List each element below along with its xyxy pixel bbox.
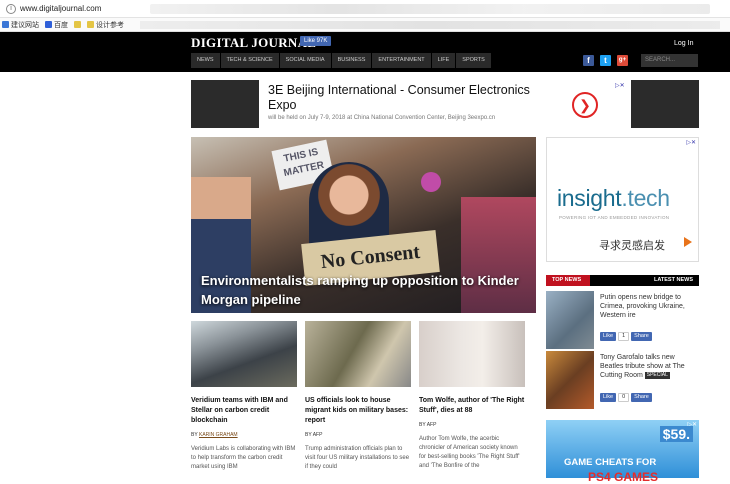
blurred-area [150, 4, 710, 14]
adchoices-icon[interactable]: ▷✕ [686, 139, 696, 146]
chevron-right-icon[interactable]: ❯ [572, 92, 598, 118]
nav-sports[interactable]: SPORTS [456, 53, 492, 68]
twitter-icon[interactable]: t [600, 55, 611, 66]
game-cheats-ad[interactable]: ▷✕ $59. GAME CHEATS FOR PS4 GAMES [546, 420, 699, 484]
story-thumbnail[interactable] [419, 321, 525, 387]
news-thumbnail[interactable] [546, 351, 594, 409]
address-bar[interactable]: i www.digitaljournal.com [0, 0, 730, 18]
ad-tagline: POWERING IOT AND EMBEDDED INNOVATION [559, 215, 670, 220]
ad-cta[interactable]: 寻求灵感启发 [599, 237, 665, 253]
nav-life[interactable]: LIFE [431, 53, 457, 68]
news-headline[interactable]: Putin opens new bridge to Crimea, provok… [600, 293, 696, 320]
ad-subtitle: PS4 GAMES [588, 470, 659, 484]
tab-latest-news[interactable]: LATEST NEWS [654, 275, 693, 286]
bookmark-design[interactable]: 设计参考 [87, 20, 124, 30]
top-news-header: TOP NEWS LATEST NEWS [546, 275, 699, 286]
hero-story[interactable]: THIS IS MATTER No Consent Environmentali… [191, 137, 536, 313]
bookmark-icon [45, 21, 52, 28]
story-byline: BY KARIN GRAHAM [191, 432, 238, 438]
facebook-icon[interactable]: f [583, 55, 594, 66]
story-headline[interactable]: US officials look to house migrant kids … [305, 396, 411, 426]
story-thumbnail[interactable] [305, 321, 411, 387]
news-headline[interactable]: Tony Garofalo talks new Beatles tribute … [600, 353, 696, 380]
ad-title[interactable]: 3E Beijing International - Consumer Elec… [268, 83, 548, 113]
nav-business[interactable]: BUSINESS [331, 53, 373, 68]
facebook-like-button[interactable]: Like [600, 393, 617, 402]
story-card[interactable]: Tom Wolfe, author of 'The Right Stuff', … [419, 321, 525, 471]
special-badge: SPECIAL [644, 371, 670, 379]
hero-image-flowers [421, 172, 441, 192]
blurred-area [140, 21, 720, 29]
bookmark-icon [2, 21, 9, 28]
story-excerpt: Trump administration officials plan to v… [305, 446, 410, 470]
site-logo[interactable]: DIGITAL JOURNAL [191, 35, 316, 51]
search-input[interactable]: SEARCH... [641, 54, 698, 67]
share-bar: Like 0 Share [600, 393, 652, 402]
bookmarks-bar: 建议网站 百度 设计参考 [0, 18, 730, 32]
top-news-item[interactable]: Tony Garofalo talks new Beatles tribute … [546, 351, 699, 411]
author-link[interactable]: AFP [313, 432, 323, 438]
nav-tech-science[interactable]: TECH & SCIENCE [220, 53, 280, 68]
ad-brand: insight.tech [557, 185, 670, 211]
facebook-like-button[interactable]: Like 97K [300, 36, 332, 46]
folder-icon [74, 21, 81, 28]
bookmark-baidu[interactable]: 百度 [45, 20, 68, 30]
story-byline: BY AFP [419, 422, 437, 428]
facebook-like-button[interactable]: Like [600, 332, 617, 341]
ad-price: $59. [659, 426, 693, 442]
folder-icon [87, 21, 94, 28]
story-thumbnail[interactable] [191, 321, 297, 387]
bookmark-folder[interactable] [74, 21, 81, 28]
story-byline: BY AFP [305, 432, 323, 438]
story-card[interactable]: Veridium teams with IBM and Stellar on c… [191, 321, 297, 472]
nav-social-media[interactable]: SOCIAL MEDIA [279, 53, 332, 68]
url-text[interactable]: www.digitaljournal.com [20, 4, 101, 13]
main-nav: NEWS TECH & SCIENCE SOCIAL MEDIA BUSINES… [191, 53, 492, 68]
like-count: 1 [618, 332, 630, 341]
story-headline[interactable]: Tom Wolfe, author of 'The Right Stuff', … [419, 396, 525, 416]
news-thumbnail[interactable] [546, 291, 594, 349]
top-ad-banner[interactable]: 3E Beijing International - Consumer Elec… [191, 80, 699, 128]
author-link[interactable]: KARIN GRAHAM [199, 432, 238, 438]
author-link[interactable]: AFP [427, 422, 437, 428]
like-count: 0 [618, 393, 630, 402]
ad-block-left [191, 80, 259, 128]
side-ad-insight-tech[interactable]: ▷✕ insight.tech POWERING IOT AND EMBEDDE… [546, 137, 699, 262]
story-excerpt: Author Tom Wolfe, the acerbic chronicler… [419, 436, 520, 469]
login-link[interactable]: Log In [674, 40, 693, 47]
bookmark-suggested[interactable]: 建议网站 [2, 20, 39, 30]
story-card[interactable]: US officials look to house migrant kids … [305, 321, 411, 472]
nav-entertainment[interactable]: ENTERTAINMENT [372, 53, 432, 68]
adchoices-icon[interactable]: ▷✕ [615, 82, 625, 89]
share-button[interactable]: Share [631, 332, 652, 341]
ad-subtitle: will be held on July 7-9, 2018 at China … [268, 115, 496, 121]
google-plus-icon[interactable]: g+ [617, 55, 628, 66]
story-headline[interactable]: Veridium teams with IBM and Stellar on c… [191, 396, 297, 426]
nav-news[interactable]: NEWS [191, 53, 221, 68]
ad-block-right [631, 80, 699, 128]
play-icon[interactable] [684, 237, 692, 247]
share-button[interactable]: Share [631, 393, 652, 402]
hero-headline[interactable]: Environmentalists ramping up opposition … [201, 271, 526, 309]
ad-title: GAME CHEATS FOR [564, 457, 657, 468]
share-bar: Like 1 Share [600, 332, 652, 341]
story-excerpt: Veridium Labs is collaborating with IBM … [191, 446, 296, 470]
info-icon[interactable]: i [6, 3, 16, 14]
top-news-item[interactable]: Putin opens new bridge to Crimea, provok… [546, 291, 699, 351]
tab-top-news[interactable]: TOP NEWS [546, 275, 590, 286]
